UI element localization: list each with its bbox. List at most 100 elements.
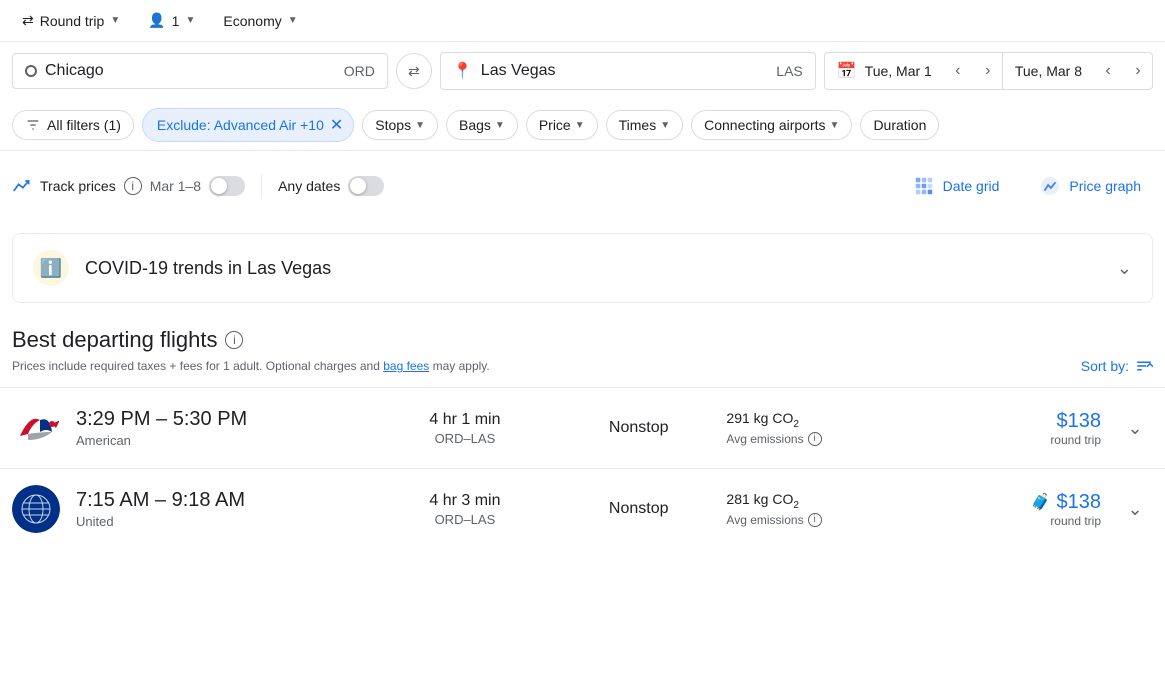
- origin-input[interactable]: [45, 62, 332, 80]
- covid-title: COVID-19 trends in Las Vegas: [85, 258, 331, 279]
- swap-button[interactable]: ⇄: [396, 53, 432, 89]
- american-logo: [12, 404, 60, 452]
- return-date-nav: ‹ ›: [1094, 57, 1152, 85]
- top-bar: ⇄ Round trip ▼ 👤 1 ▼ Economy ▼: [0, 0, 1165, 42]
- price-sub-1: round trip: [958, 433, 1101, 447]
- stops-button[interactable]: Stops ▼: [362, 110, 438, 140]
- any-dates-group: Any dates: [278, 176, 384, 196]
- expand-chevron-icon-2: ⌄: [1127, 499, 1142, 520]
- destination-pin-icon: 📍: [453, 61, 473, 81]
- calendar-icon: 📅: [837, 61, 857, 81]
- origin-field[interactable]: ORD: [12, 53, 388, 89]
- emissions-info-icon-1[interactable]: i: [808, 432, 822, 446]
- flight-emissions-2: 281 kg CO2 Avg emissions i: [726, 491, 941, 527]
- duration-time-1: 4 hr 1 min: [379, 411, 551, 429]
- any-dates-toggle[interactable]: [348, 176, 384, 196]
- track-prices-label: Track prices: [40, 178, 116, 194]
- connecting-airports-button[interactable]: Connecting airports ▼: [691, 110, 852, 140]
- return-date-label: Tue, Mar 8: [1015, 63, 1082, 79]
- expand-button-2[interactable]: ⌄: [1117, 491, 1153, 527]
- depart-date-field[interactable]: 📅 Tue, Mar 1: [825, 53, 944, 89]
- filters-row: All filters (1) Exclude: Advanced Air +1…: [0, 100, 1165, 151]
- destination-field[interactable]: 📍 LAS: [440, 52, 816, 90]
- flight-card-2[interactable]: 7:15 AM – 9:18 AM United 4 hr 3 min ORD–…: [0, 468, 1165, 549]
- passengers-label: 1: [172, 13, 180, 29]
- origin-dot-icon: [25, 65, 37, 77]
- price-sub-2: round trip: [958, 514, 1101, 528]
- price-chevron-icon: ▼: [575, 120, 585, 131]
- price-label: Price: [539, 117, 571, 133]
- flight-stops-2: Nonstop: [567, 500, 710, 518]
- origin-code: ORD: [344, 63, 375, 79]
- expand-button-1[interactable]: ⌄: [1117, 410, 1153, 446]
- round-trip-button[interactable]: ⇄ Round trip ▼: [12, 6, 130, 35]
- duration-route-1: ORD–LAS: [379, 431, 551, 446]
- best-flights-section: Best departing flights i Prices include …: [0, 315, 1165, 379]
- depart-date-label: Tue, Mar 1: [865, 63, 932, 79]
- duration-button[interactable]: Duration: [860, 110, 939, 140]
- track-info-icon[interactable]: i: [124, 177, 142, 195]
- best-flights-info-icon[interactable]: i: [225, 331, 243, 349]
- price-graph-icon: [1039, 175, 1061, 197]
- emissions-info-icon-2[interactable]: i: [808, 513, 822, 527]
- times-label: Times: [619, 117, 657, 133]
- covid-expand-icon: ⌄: [1117, 258, 1132, 279]
- luggage-warning-icon: 🧳: [1031, 492, 1051, 512]
- covid-left: ℹ️ COVID-19 trends in Las Vegas: [33, 250, 331, 286]
- emissions-label-2: Avg emissions i: [726, 513, 941, 527]
- duration-label: Duration: [873, 117, 926, 133]
- times-button[interactable]: Times ▼: [606, 110, 684, 140]
- flight-times-1: 3:29 PM – 5:30 PM American: [76, 408, 363, 448]
- duration-route-2: ORD–LAS: [379, 512, 551, 527]
- cabin-button[interactable]: Economy ▼: [213, 7, 307, 35]
- track-toggle-knob: [211, 178, 227, 194]
- all-filters-label: All filters (1): [47, 117, 121, 133]
- depart-prev-button[interactable]: ‹: [944, 57, 972, 85]
- expand-chevron-icon-1: ⌄: [1127, 418, 1142, 439]
- price-with-icon-2: 🧳 $138: [958, 491, 1101, 514]
- times-chevron-icon: ▼: [660, 120, 670, 131]
- bag-fees-link[interactable]: bag fees: [383, 359, 429, 373]
- exclude-chip[interactable]: Exclude: Advanced Air +10 ✕: [142, 108, 354, 142]
- track-prices-group: Track prices i Mar 1–8: [12, 176, 245, 196]
- depart-next-button[interactable]: ›: [974, 57, 1002, 85]
- track-row: Track prices i Mar 1–8 Any dates: [0, 151, 1165, 221]
- price-val-1: $138: [958, 410, 1101, 433]
- exclude-chip-close-icon[interactable]: ✕: [330, 115, 343, 135]
- track-toggle[interactable]: [209, 176, 245, 196]
- covid-banner[interactable]: ℹ️ COVID-19 trends in Las Vegas ⌄: [12, 233, 1153, 303]
- covid-info-icon: ℹ️: [33, 250, 69, 286]
- price-graph-button[interactable]: Price graph: [1027, 167, 1153, 205]
- emissions-label-1: Avg emissions i: [726, 432, 941, 446]
- flight-duration-2: 4 hr 3 min ORD–LAS: [379, 492, 551, 527]
- exclude-chip-label: Exclude: Advanced Air +10: [157, 117, 324, 133]
- american-airlines-logo: [12, 404, 60, 452]
- price-graph-label: Price graph: [1069, 178, 1141, 194]
- passengers-chevron-icon: ▼: [185, 15, 195, 26]
- best-flights-title-text: Best departing flights: [12, 327, 217, 353]
- swap-icon: ⇄: [408, 63, 420, 80]
- return-date-field[interactable]: Tue, Mar 8: [1003, 55, 1094, 87]
- track-separator: [261, 174, 262, 198]
- filter-icon: [25, 117, 41, 133]
- passengers-button[interactable]: 👤 1 ▼: [138, 6, 205, 35]
- flight-emissions-1: 291 kg CO2 Avg emissions i: [726, 410, 941, 446]
- price-button[interactable]: Price ▼: [526, 110, 598, 140]
- flight-stops-1: Nonstop: [567, 419, 710, 437]
- flight-time-range-1: 3:29 PM – 5:30 PM: [76, 408, 363, 431]
- flights-list: 3:29 PM – 5:30 PM American 4 hr 1 min OR…: [0, 387, 1165, 549]
- flight-card[interactable]: 3:29 PM – 5:30 PM American 4 hr 1 min OR…: [0, 387, 1165, 468]
- best-flights-sub-text: Prices include required taxes + fees for…: [12, 359, 490, 373]
- best-flights-title: Best departing flights i: [12, 327, 1153, 353]
- date-grid-button[interactable]: Date grid: [901, 167, 1012, 205]
- united-airlines-logo: [12, 485, 60, 533]
- return-prev-button[interactable]: ‹: [1094, 57, 1122, 85]
- all-filters-button[interactable]: All filters (1): [12, 110, 134, 140]
- stops-label-1: Nonstop: [567, 419, 710, 437]
- sort-by-group[interactable]: Sort by:: [1081, 357, 1153, 375]
- date-grid-label: Date grid: [943, 178, 1000, 194]
- bags-button[interactable]: Bags ▼: [446, 110, 518, 140]
- return-next-button[interactable]: ›: [1124, 57, 1152, 85]
- destination-input[interactable]: [481, 62, 764, 80]
- round-trip-chevron-icon: ▼: [110, 15, 120, 26]
